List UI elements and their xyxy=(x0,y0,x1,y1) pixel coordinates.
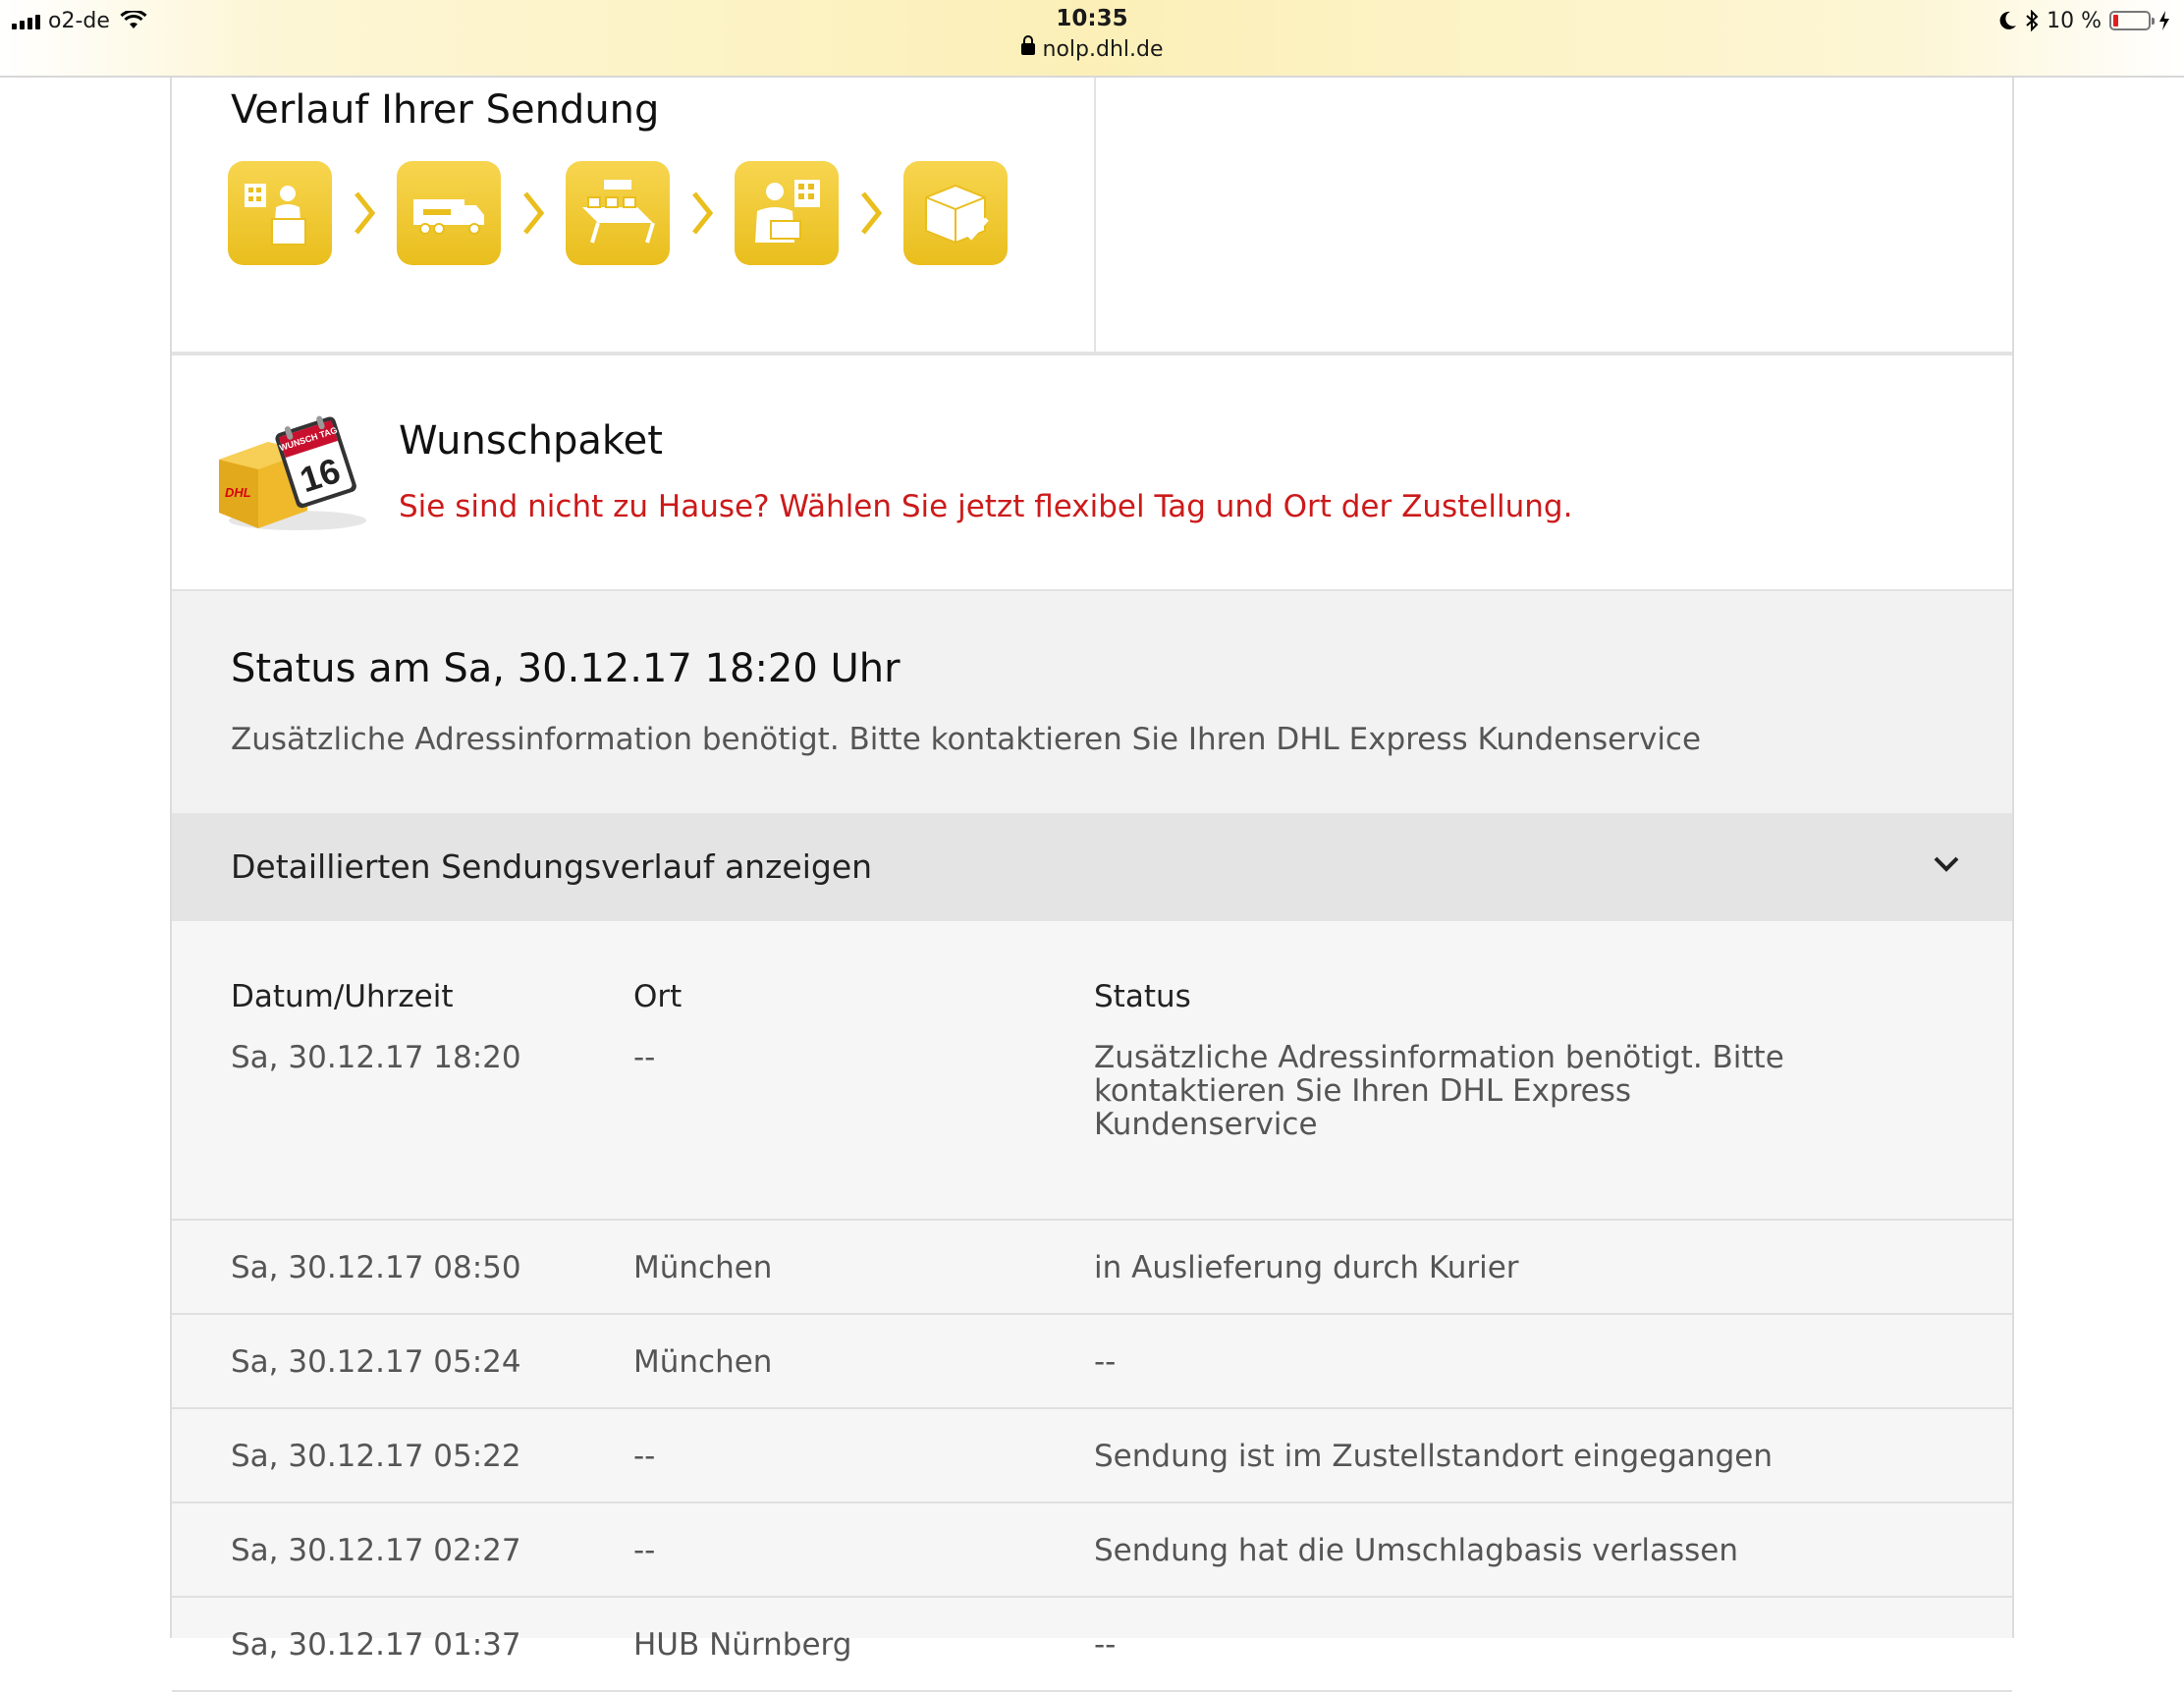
chevron-down-icon xyxy=(1934,856,1959,872)
wunschpaket-link[interactable]: Sie sind nicht zu Hause? Wählen Sie jetz… xyxy=(399,489,1572,524)
battery-icon xyxy=(2109,11,2155,30)
wunschpaket-banner[interactable]: DHL WUNSCH TAG 16 Wunschpaket Sie sind n… xyxy=(172,355,2012,591)
step-arrow-icon xyxy=(332,190,397,237)
row-location: München xyxy=(633,1250,773,1285)
row-status: Sendung ist im Zustellstandort eingegang… xyxy=(1094,1439,1773,1474)
svg-text:DHL: DHL xyxy=(225,485,251,500)
clock: 10:35 xyxy=(1056,6,1128,31)
status-heading: Status am Sa, 30.12.17 18:20 Uhr xyxy=(231,646,901,691)
battery-percent: 10 % xyxy=(2047,8,2102,33)
row-location: -- xyxy=(633,1439,656,1474)
row-location: München xyxy=(633,1344,773,1380)
progress-title: Verlauf Ihrer Sendung xyxy=(231,87,660,133)
table-row: Sa, 30.12.17 05:24 München -- xyxy=(172,1315,2012,1409)
lock-icon xyxy=(1020,35,1035,55)
toggle-label: Detaillierten Sendungsverlauf anzeigen xyxy=(231,847,873,886)
row-datetime: Sa, 30.12.17 05:24 xyxy=(231,1344,521,1380)
moon-icon xyxy=(1999,11,2017,29)
step-arrow-icon xyxy=(839,190,903,237)
column-divider xyxy=(1094,78,1096,353)
shipment-history-table: Datum/Uhrzeit Ort Status Sa, 30.12.17 18… xyxy=(172,921,2012,1692)
truck-icon xyxy=(397,161,501,265)
row-location: -- xyxy=(633,1040,656,1075)
row-status: in Auslieferung durch Kurier xyxy=(1094,1250,1519,1285)
table-row: Sa, 30.12.17 02:27 -- Sendung hat die Um… xyxy=(172,1503,2012,1598)
row-datetime: Sa, 30.12.17 08:50 xyxy=(231,1250,521,1285)
shipment-progress-section: Verlauf Ihrer Sendung xyxy=(172,78,2012,355)
table-row: Sa, 30.12.17 18:20 -- Zusätzliche Adress… xyxy=(172,921,2012,1221)
progress-steps xyxy=(228,161,1008,265)
status-message: Zusätzliche Adressinformation benötigt. … xyxy=(231,722,1702,757)
row-status: -- xyxy=(1094,1627,1117,1663)
row-location: -- xyxy=(633,1533,656,1568)
pickup-icon xyxy=(228,161,332,265)
row-status: -- xyxy=(1094,1344,1117,1380)
wunschpaket-title: Wunschpaket xyxy=(399,418,663,464)
bluetooth-icon xyxy=(2026,10,2039,31)
row-datetime: Sa, 30.12.17 05:22 xyxy=(231,1439,521,1474)
row-datetime: Sa, 30.12.17 01:37 xyxy=(231,1627,521,1663)
sorting-conveyor-icon xyxy=(566,161,670,265)
tracking-panel: Verlauf Ihrer Sendung DHL WUNSCH TAG 16 … xyxy=(170,78,2014,1692)
delivered-parcel-icon xyxy=(903,161,1008,265)
row-location: HUB Nürnberg xyxy=(633,1627,852,1663)
step-arrow-icon xyxy=(670,190,735,237)
step-arrow-icon xyxy=(501,190,566,237)
row-status: Sendung hat die Umschlagbasis verlassen xyxy=(1094,1533,1739,1568)
wunschpaket-calendar-icon: DHL WUNSCH TAG 16 xyxy=(219,415,366,530)
current-status-section: Status am Sa, 30.12.17 18:20 Uhr Zusätzl… xyxy=(172,591,2012,813)
row-datetime: Sa, 30.12.17 02:27 xyxy=(231,1533,521,1568)
courier-delivery-icon xyxy=(735,161,839,265)
charging-bolt-icon xyxy=(2159,11,2169,30)
table-row: Sa, 30.12.17 08:50 München in Auslieferu… xyxy=(172,1221,2012,1315)
ios-status-bar: o2-de 10:35 nolp.dhl.de 10 % xyxy=(0,0,2184,78)
detailed-history-toggle[interactable]: Detaillierten Sendungsverlauf anzeigen xyxy=(172,813,2012,921)
row-status: Zusätzliche Adressinformation benötigt. … xyxy=(1094,1040,1784,1142)
url-text: nolp.dhl.de xyxy=(1042,37,1164,62)
table-row: Sa, 30.12.17 01:37 HUB Nürnberg -- xyxy=(172,1598,2012,1692)
status-right: 10 % xyxy=(1999,6,2170,35)
table-row: Sa, 30.12.17 05:22 -- Sendung ist im Zus… xyxy=(172,1409,2012,1503)
address-bar[interactable]: nolp.dhl.de xyxy=(0,35,2184,62)
row-datetime: Sa, 30.12.17 18:20 xyxy=(231,1040,521,1075)
